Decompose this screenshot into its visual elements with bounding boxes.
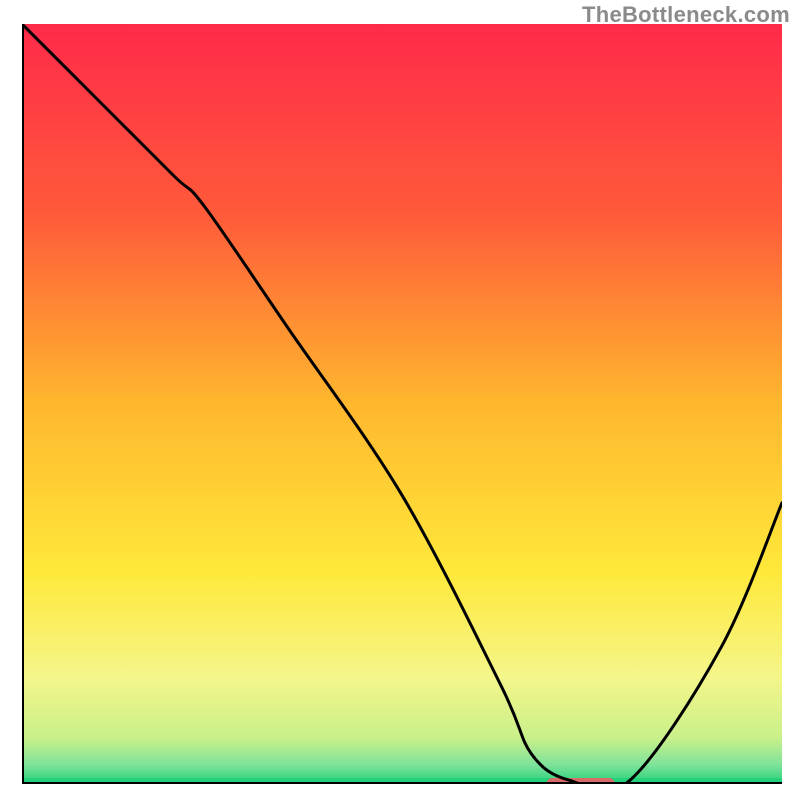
- chart-svg: [22, 24, 782, 784]
- watermark-text: TheBottleneck.com: [582, 2, 790, 28]
- chart-container: TheBottleneck.com: [0, 0, 800, 800]
- plot-area: [22, 24, 782, 784]
